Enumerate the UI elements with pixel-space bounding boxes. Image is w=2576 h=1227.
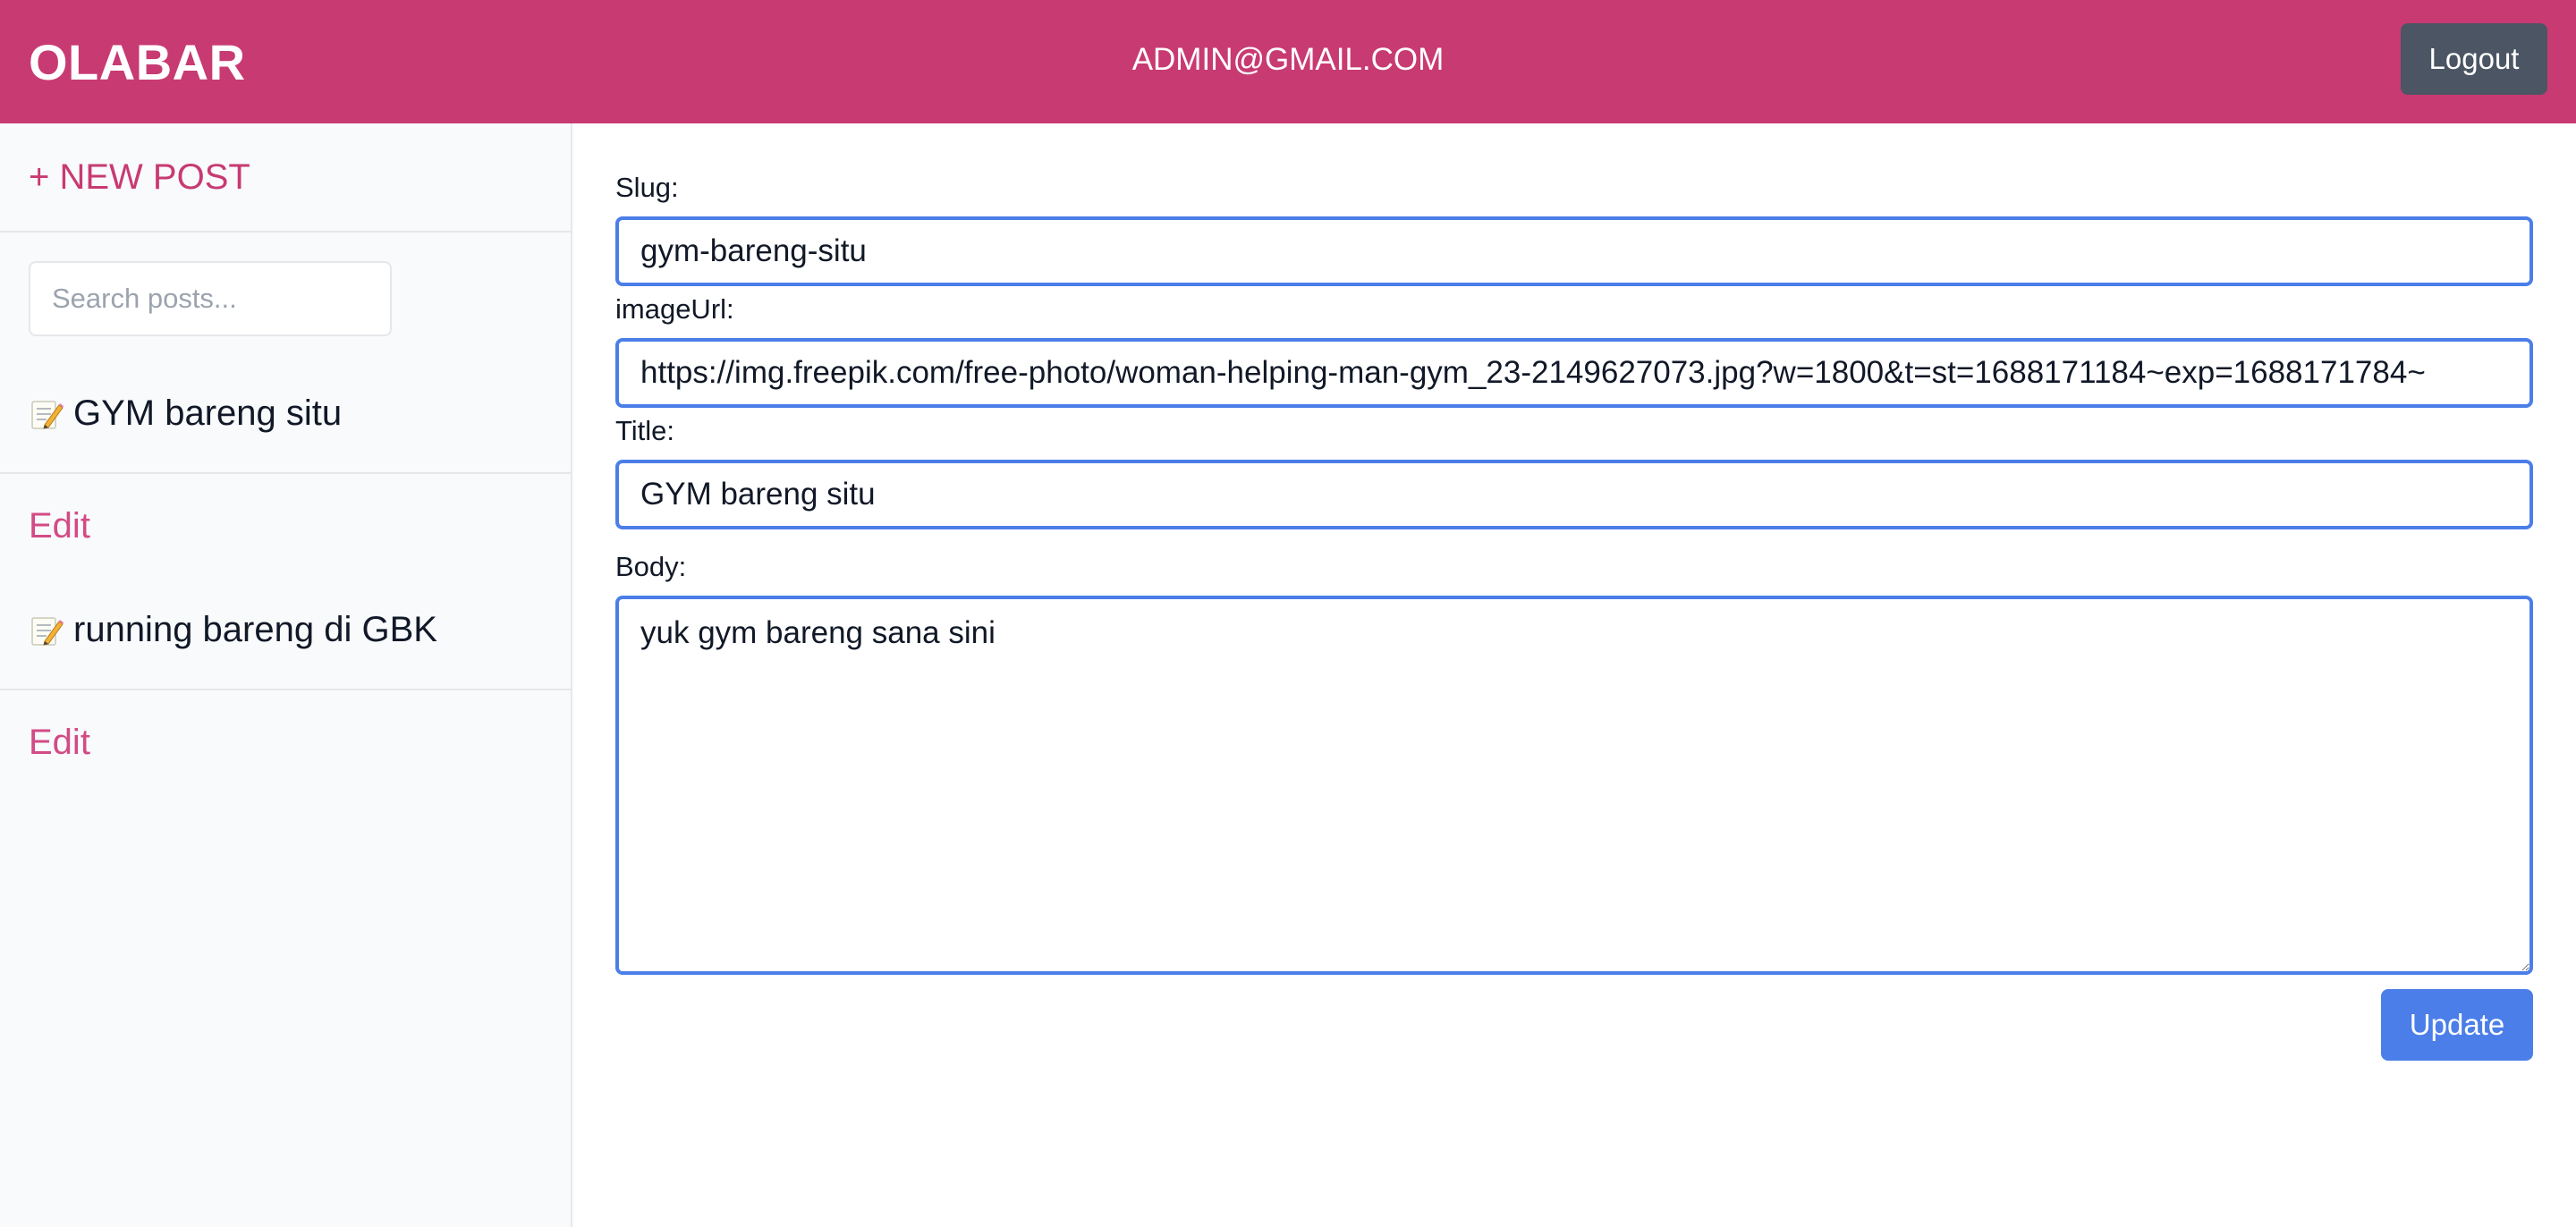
edit-post-link[interactable]: Edit: [29, 723, 90, 763]
post-list-item[interactable]: GYM bareng situ: [29, 393, 342, 434]
image-url-label: imageUrl:: [615, 293, 734, 325]
edit-post-link[interactable]: Edit: [29, 506, 90, 546]
user-email-container: ADMIN@GMAIL.COM: [0, 0, 2576, 120]
post-title: running bareng di GBK: [73, 610, 437, 649]
post-title: GYM bareng situ: [73, 393, 343, 433]
top-header: OLABAR ADMIN@GMAIL.COM Logout: [0, 0, 2576, 123]
title-input[interactable]: [615, 460, 2533, 529]
memo-icon: [29, 613, 64, 648]
body-textarea[interactable]: yuk gym bareng sana sini: [615, 596, 2533, 975]
slug-input[interactable]: [615, 216, 2533, 286]
edit-post-form: Slug: imageUrl: Title: Body: yuk gym bar…: [574, 123, 2576, 1227]
body-label: Body:: [615, 551, 687, 582]
title-label: Title:: [615, 415, 675, 446]
update-button[interactable]: Update: [2381, 989, 2533, 1061]
sidebar-divider: [0, 472, 571, 474]
memo-icon: [29, 396, 64, 432]
post-list-item[interactable]: running bareng di GBK: [29, 610, 437, 650]
search-input[interactable]: [29, 261, 392, 336]
sidebar-divider: [0, 689, 571, 690]
image-url-input[interactable]: [615, 338, 2533, 408]
slug-label: Slug:: [615, 172, 679, 203]
user-email: ADMIN@GMAIL.COM: [1131, 42, 1445, 77]
sidebar-divider: [0, 231, 571, 233]
logout-button[interactable]: Logout: [2401, 23, 2547, 95]
new-post-link[interactable]: + NEW POST: [29, 157, 250, 198]
sidebar: + NEW POST GYM bareng situ Edit: [0, 123, 572, 1227]
